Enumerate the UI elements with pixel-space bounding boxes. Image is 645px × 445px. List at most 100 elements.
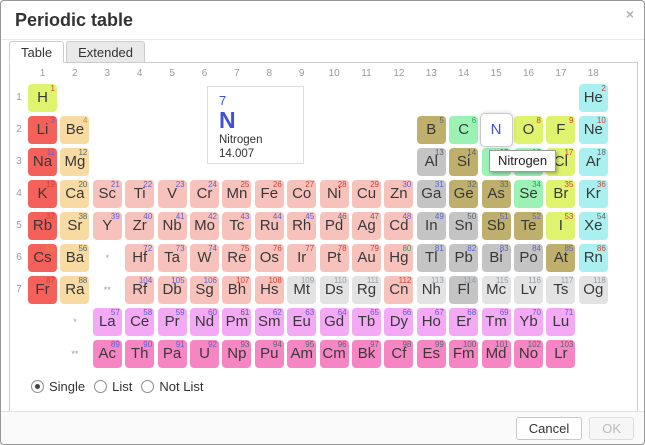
element-gd[interactable]: 64Gd [320, 308, 349, 336]
element-nh[interactable]: 113Nh [417, 276, 446, 304]
element-kr[interactable]: 36Kr [579, 180, 608, 208]
element-md[interactable]: 101Md [482, 340, 511, 368]
element-no[interactable]: 102No [514, 340, 543, 368]
element-og[interactable]: 118Og [579, 276, 608, 304]
element-pu[interactable]: 94Pu [255, 340, 284, 368]
element-db[interactable]: 105Db [158, 276, 187, 304]
element-sm[interactable]: 62Sm [255, 308, 284, 336]
element-th[interactable]: 90Th [125, 340, 154, 368]
element-rf[interactable]: 104Rf [125, 276, 154, 304]
element-sb[interactable]: 51Sb [482, 212, 511, 240]
element-tb[interactable]: 65Tb [352, 308, 381, 336]
element-f[interactable]: 9F [546, 116, 575, 144]
element-au[interactable]: 79Au [352, 244, 381, 272]
element-nd[interactable]: 60Nd [190, 308, 219, 336]
element-br[interactable]: 35Br [546, 180, 575, 208]
element-w[interactable]: 74W [190, 244, 219, 272]
element-in[interactable]: 49In [417, 212, 446, 240]
element-pr[interactable]: 59Pr [158, 308, 187, 336]
element-rn[interactable]: 86Rn [579, 244, 608, 272]
element-pm[interactable]: 61Pm [222, 308, 251, 336]
element-n[interactable]: 7N [480, 113, 513, 147]
element-fl[interactable]: 114Fl [449, 276, 478, 304]
element-cd[interactable]: 48Cd [384, 212, 413, 240]
element-as[interactable]: 33As [482, 180, 511, 208]
element-am[interactable]: 95Am [287, 340, 316, 368]
element-er[interactable]: 68Er [449, 308, 478, 336]
element-re[interactable]: 75Re [222, 244, 251, 272]
element-sn[interactable]: 50Sn [449, 212, 478, 240]
element-ag[interactable]: 47Ag [352, 212, 381, 240]
element-ni[interactable]: 28Ni [320, 180, 349, 208]
element-fr[interactable]: 87Fr [28, 276, 57, 304]
element-ca[interactable]: 20Ca [60, 180, 89, 208]
tab-extended[interactable]: Extended [66, 41, 145, 63]
tab-table[interactable]: Table [9, 41, 64, 63]
element-lv[interactable]: 116Lv [514, 276, 543, 304]
element-mn[interactable]: 25Mn [222, 180, 251, 208]
radio-list[interactable]: List [94, 379, 132, 394]
element-cn[interactable]: 112Cn [384, 276, 413, 304]
element-ar[interactable]: 18Ar [579, 148, 608, 176]
element-ir[interactable]: 77Ir [287, 244, 316, 272]
element-mg[interactable]: 12Mg [60, 148, 89, 176]
element-bi[interactable]: 83Bi [482, 244, 511, 272]
element-h[interactable]: 1H [28, 84, 57, 112]
element-zn[interactable]: 30Zn [384, 180, 413, 208]
radio-not-list[interactable]: Not List [141, 379, 203, 394]
element-li[interactable]: 3Li [28, 116, 57, 144]
element-be[interactable]: 4Be [60, 116, 89, 144]
element-pt[interactable]: 78Pt [320, 244, 349, 272]
element-tc[interactable]: 43Tc [222, 212, 251, 240]
close-icon[interactable]: × [626, 7, 634, 21]
element-la[interactable]: 57La [93, 308, 122, 336]
element-at[interactable]: 85At [546, 244, 575, 272]
element-xe[interactable]: 54Xe [579, 212, 608, 240]
element-tl[interactable]: 81Tl [417, 244, 446, 272]
element-ge[interactable]: 32Ge [449, 180, 478, 208]
element-zr[interactable]: 40Zr [125, 212, 154, 240]
element-ta[interactable]: 73Ta [158, 244, 187, 272]
element-ti[interactable]: 22Ti [125, 180, 154, 208]
element-rb[interactable]: 37Rb [28, 212, 57, 240]
element-pb[interactable]: 82Pb [449, 244, 478, 272]
element-cf[interactable]: 98Cf [384, 340, 413, 368]
element-pd[interactable]: 46Pd [320, 212, 349, 240]
element-al[interactable]: 13Al [417, 148, 446, 176]
element-bh[interactable]: 107Bh [222, 276, 251, 304]
element-na[interactable]: 11Na [28, 148, 57, 176]
element-mt[interactable]: 109Mt [287, 276, 316, 304]
element-yb[interactable]: 70Yb [514, 308, 543, 336]
element-si[interactable]: 14Si [449, 148, 478, 176]
element-rg[interactable]: 111Rg [352, 276, 381, 304]
element-bk[interactable]: 97Bk [352, 340, 381, 368]
element-b[interactable]: 5B [417, 116, 446, 144]
element-hs[interactable]: 108Hs [255, 276, 284, 304]
element-eu[interactable]: 63Eu [287, 308, 316, 336]
element-po[interactable]: 84Po [514, 244, 543, 272]
element-os[interactable]: 76Os [255, 244, 284, 272]
element-tm[interactable]: 69Tm [482, 308, 511, 336]
element-nb[interactable]: 41Nb [158, 212, 187, 240]
element-hf[interactable]: 72Hf [125, 244, 154, 272]
element-u[interactable]: 92U [190, 340, 219, 368]
element-k[interactable]: 19K [28, 180, 57, 208]
element-lr[interactable]: 103Lr [546, 340, 575, 368]
element-ru[interactable]: 44Ru [255, 212, 284, 240]
element-cs[interactable]: 55Cs [28, 244, 57, 272]
element-ba[interactable]: 56Ba [60, 244, 89, 272]
element-fm[interactable]: 100Fm [449, 340, 478, 368]
element-hg[interactable]: 80Hg [384, 244, 413, 272]
element-fe[interactable]: 26Fe [255, 180, 284, 208]
cancel-button[interactable]: Cancel [516, 417, 582, 440]
element-cm[interactable]: 96Cm [320, 340, 349, 368]
element-ne[interactable]: 10Ne [579, 116, 608, 144]
element-v[interactable]: 23V [158, 180, 187, 208]
element-o[interactable]: 8O [514, 116, 543, 144]
element-mc[interactable]: 115Mc [482, 276, 511, 304]
element-ho[interactable]: 67Ho [417, 308, 446, 336]
element-i[interactable]: 53I [546, 212, 575, 240]
element-ac[interactable]: 89Ac [93, 340, 122, 368]
radio-single[interactable]: Single [31, 379, 85, 394]
element-c[interactable]: 6C [449, 116, 478, 144]
